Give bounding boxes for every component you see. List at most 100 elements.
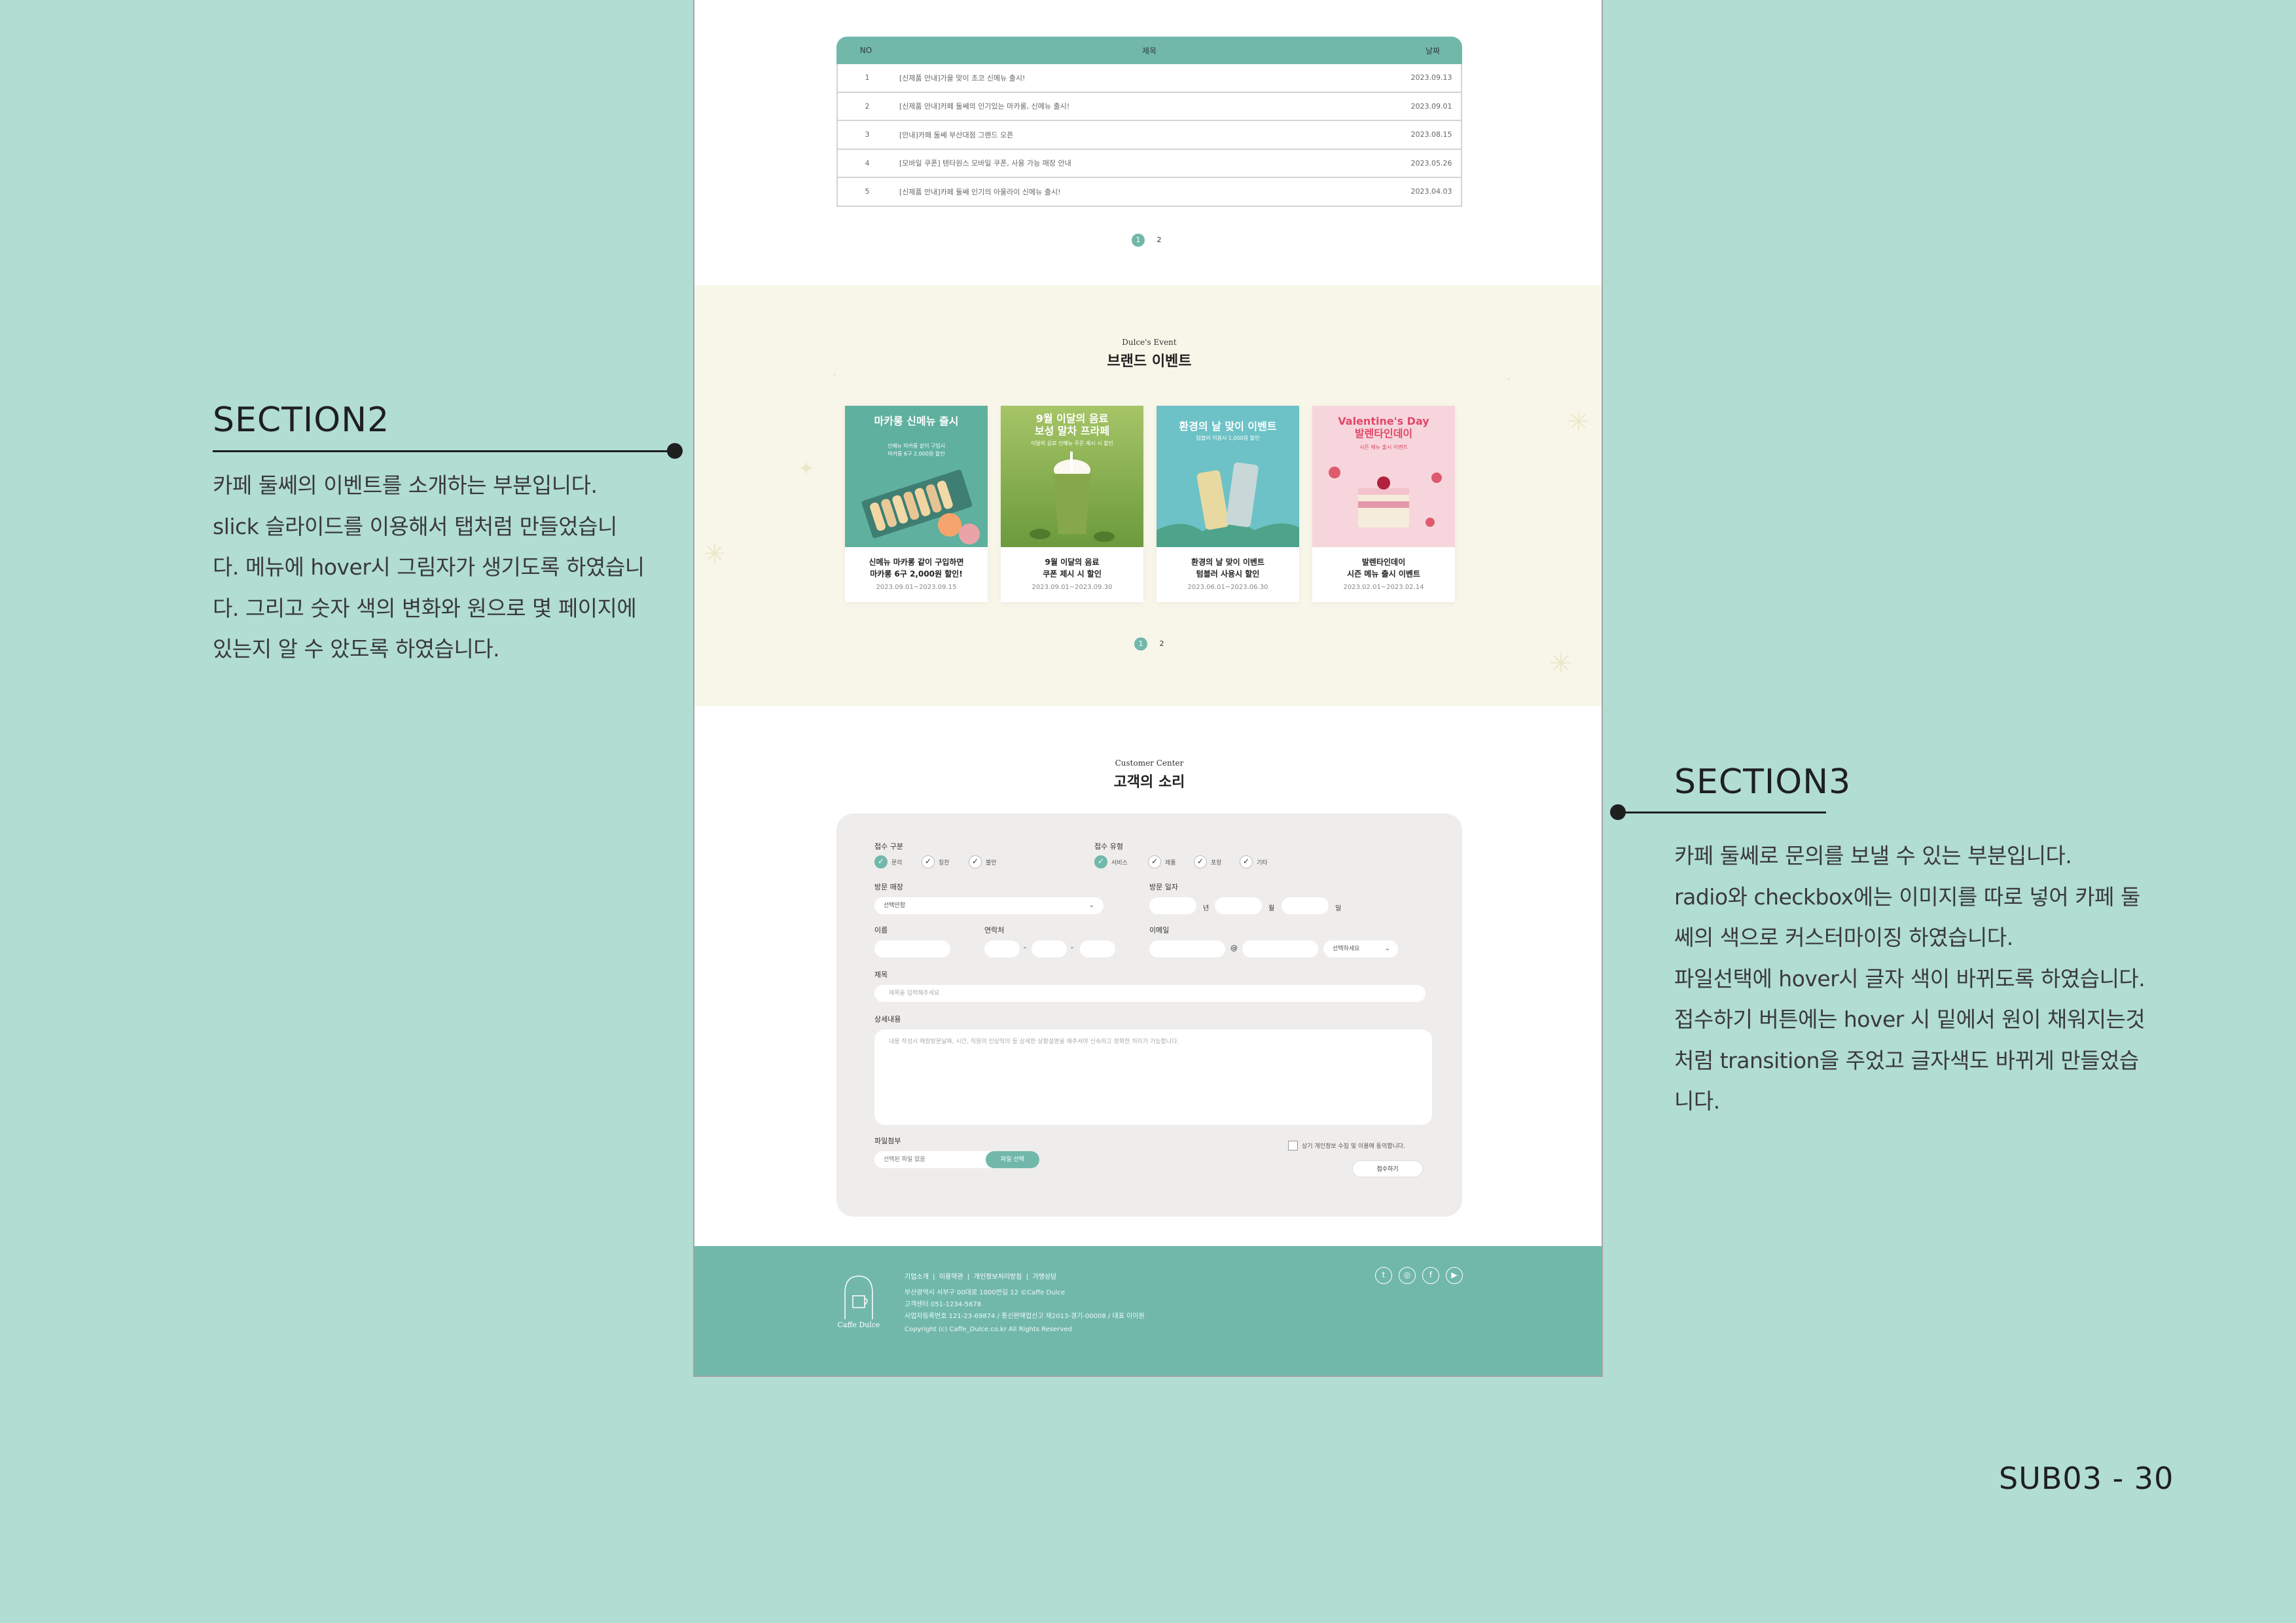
section2-description: 카페 둘쎄의 이벤트를 소개하는 부분입니다. slick 슬라이드를 이용해서… — [213, 465, 671, 670]
footer-nav[interactable]: 기업소개 | 이용약관 | 개인정보처리방침 | 가맹상담 — [905, 1271, 1056, 1281]
twitter-icon[interactable]: t — [1375, 1267, 1392, 1284]
phone-separator: - — [1024, 943, 1026, 952]
visit-date-label: 방문 일자 — [1149, 883, 1178, 891]
category-option-complaint[interactable]: ✓ 불만 — [969, 855, 997, 868]
instagram-icon[interactable]: ◎ — [1399, 1267, 1416, 1284]
desc-line: slick 슬라이드를 이용해서 탭처럼 만들었습니 — [213, 513, 617, 539]
table-row[interactable]: 5 [신제품 안내]카페 둘쎄 인기의 아울라이 신메뉴 출시! 2023.04… — [836, 178, 1462, 207]
row-title[interactable]: [신제품 안내]카페 둘쎄의 인기있는 마카롱, 신메뉴 출시! — [897, 101, 1402, 111]
privacy-agree-checkbox[interactable]: 상기 개인정보 수집 및 이용에 동의합니다. — [1288, 1141, 1405, 1150]
footer-address: 부산광역시 서부구 00대로 1000번길 12 ©Caffe Dulce — [905, 1289, 1065, 1296]
type-option-service[interactable]: ✓ 서비스 — [1094, 855, 1128, 868]
store-select[interactable]: 선택안함 ⌄ — [874, 897, 1103, 914]
subject-input[interactable]: 제목을 입력해주세요 — [874, 985, 1426, 1002]
customer-center-section: Customer Center 고객의 소리 접수 구분 ✓ 문의 ✓ 칭찬 ✓ 불만… — [694, 706, 1602, 1246]
page-2-button[interactable]: 2 — [1153, 234, 1166, 247]
desc-line: 다. 그리고 숫자 색의 변화와 원으로 몇 페이지에 — [213, 595, 637, 621]
row-date: 2023.05.26 — [1410, 158, 1452, 168]
table-row[interactable]: 3 [안내]카페 둘쎄 부산대점 그랜드 오픈 2023.08.15 — [836, 121, 1462, 150]
svg-text:✦: ✦ — [798, 457, 814, 480]
valentine-promo-image: Valentine's Day 발렌타인데이 시즌 메뉴 출시 이벤트 — [1312, 406, 1455, 547]
phone-2-input[interactable] — [1031, 940, 1067, 957]
card-caption: 환경의 날 맞이 이벤트 텀블러 사용시 할인 — [1191, 558, 1265, 579]
submit-button[interactable]: 접수하기 — [1352, 1160, 1423, 1177]
phone-1-input[interactable] — [984, 940, 1020, 957]
table-row[interactable]: 2 [신제품 안내]카페 둘쎄의 인기있는 마카롱, 신메뉴 출시! 2023.… — [836, 92, 1462, 121]
category-option-inquiry[interactable]: ✓ 문의 — [874, 855, 903, 868]
file-name-display: 선택된 파일 없음 — [874, 1151, 999, 1168]
card-caption: 9월 이달의 음료 쿠폰 제시 시 할인 — [1043, 558, 1102, 579]
desc-line: 파일선택에 hover시 글자 색이 바뀌도록 하였습니다. — [1674, 965, 2145, 991]
visit-month-input[interactable] — [1215, 897, 1262, 914]
check-icon: ✓ — [922, 855, 935, 868]
row-no: 4 — [865, 158, 870, 168]
event-card[interactable]: 환경의 날 맞이 이벤트 텀블러 이용시 1,000원 할인 환경의 날 맞이 … — [1157, 406, 1299, 602]
page-1-button[interactable]: 1 — [1134, 637, 1147, 651]
option-label: 제품 — [1165, 859, 1176, 866]
email-id-input[interactable] — [1149, 940, 1225, 957]
page-2-button[interactable]: 2 — [1155, 637, 1168, 651]
event-title: 브랜드 이벤트 — [1107, 353, 1192, 370]
desc-line: 쎄의 색으로 커스터마이징 하였습니다. — [1674, 925, 2013, 950]
inquiry-form: 접수 구분 ✓ 문의 ✓ 칭찬 ✓ 불만 접수 유형 ✓ 서비스 ✓ 제품 ✓ 포장 ✓ 기타… — [836, 813, 1462, 1217]
logo-text: Caffe Dulce — [838, 1321, 880, 1329]
facebook-icon[interactable]: f — [1422, 1267, 1439, 1284]
file-select-button[interactable]: 파일 선택 — [986, 1151, 1039, 1168]
card-caption: 신메뉴 마카롱 같이 구입하면 마카롱 6구 2,000원 할인! — [869, 558, 964, 579]
row-date: 2023.04.03 — [1410, 187, 1452, 196]
card-date: 2023.06.01~2023.06.30 — [1187, 584, 1268, 591]
youtube-icon[interactable]: ▶ — [1446, 1267, 1463, 1284]
row-no: 3 — [865, 130, 870, 139]
attachment-label: 파일첨부 — [874, 1137, 901, 1145]
page-1-button[interactable]: 1 — [1132, 234, 1145, 247]
phone-separator: - — [1071, 943, 1073, 952]
email-domain-input[interactable] — [1242, 940, 1318, 957]
row-title[interactable]: [모바일 쿠폰] 텐타원스 모바일 쿠폰, 사용 가능 매장 안내 — [897, 158, 1402, 168]
event-card[interactable]: 9월 이달의 음료 보성 말차 프라페 이달의 음료 신메뉴 주문 제시 시 할… — [1001, 406, 1143, 602]
type-option-etc[interactable]: ✓ 기타 — [1240, 855, 1268, 868]
row-no: 1 — [865, 73, 870, 82]
eco-day-promo-image: 환경의 날 맞이 이벤트 텀블러 이용시 1,000원 할인 — [1157, 406, 1299, 547]
type-option-product[interactable]: ✓ 제품 — [1148, 855, 1176, 868]
contact-label: 연락처 — [984, 926, 1005, 935]
footer-phone: 고객센터 051-1234-5678 — [905, 1301, 982, 1308]
notice-pagination: 1 2 — [1132, 234, 1166, 247]
website-mockup: NO 제목 날짜 1 [신제품 안내]가을 맞이 초코 신메뉴 출시! 2023… — [693, 0, 1603, 1377]
desc-line: 다. 메뉴에 hover시 그림자가 생기도록 하였습니 — [213, 554, 645, 580]
check-icon: ✓ — [1148, 855, 1161, 868]
visit-day-input[interactable] — [1282, 897, 1329, 914]
email-domain-select[interactable]: 선택하세요 ⌄ — [1323, 940, 1398, 957]
option-label: 포장 — [1211, 859, 1222, 866]
row-title[interactable]: [신제품 안내]가을 맞이 초코 신메뉴 출시! — [897, 73, 1402, 83]
desc-line: 니다. — [1674, 1088, 1720, 1114]
section3-annotation: SECTION3 — [1674, 762, 2132, 802]
phone-3-input[interactable] — [1080, 940, 1115, 957]
store-label: 방문 매장 — [874, 883, 903, 891]
header-title: 제목 — [1141, 46, 1157, 56]
event-card[interactable]: 마카롱 신메뉴 출시 신메뉴 마카롱 같이 구입시 마카롱 6구 2,000원 … — [845, 406, 988, 602]
year-unit: 년 — [1203, 905, 1210, 912]
card-date: 2023.09.01~2023.09.15 — [876, 584, 957, 591]
card-date: 2023.02.01~2023.02.14 — [1343, 584, 1424, 591]
event-subtitle: Dulce's Event — [1122, 338, 1177, 347]
footer-copyright: Copyright (c) Caffe_Dulce.co.kr All Righ… — [905, 1326, 1072, 1333]
visit-year-input[interactable] — [1149, 897, 1196, 914]
name-input[interactable] — [874, 940, 950, 957]
chevron-down-icon: ⌄ — [1384, 945, 1390, 952]
table-row[interactable]: 4 [모바일 쿠폰] 텐타원스 모바일 쿠폰, 사용 가능 매장 안내 2023… — [836, 149, 1462, 178]
month-unit: 월 — [1268, 905, 1275, 912]
desc-line: 카페 둘쎄의 이벤트를 소개하는 부분입니다. — [213, 473, 598, 498]
type-option-package[interactable]: ✓ 포장 — [1194, 855, 1222, 868]
svg-text:✳: ✳ — [1549, 647, 1572, 679]
event-card[interactable]: Valentine's Day 발렌타인데이 시즌 메뉴 출시 이벤트 발렌타인… — [1312, 406, 1455, 602]
desc-line: 처럼 transition을 주었고 글자색도 바뀌게 만들었습 — [1674, 1047, 2139, 1073]
row-title[interactable]: [안내]카페 둘쎄 부산대점 그랜드 오픈 — [897, 130, 1402, 140]
detail-textarea[interactable]: 내용 작성시 매장방문날짜, 시간, 직원의 인상착의 등 상세한 상황설명을 … — [874, 1029, 1432, 1125]
notice-table: NO 제목 날짜 1 [신제품 안내]가을 맞이 초코 신메뉴 출시! 2023… — [836, 37, 1462, 207]
matcha-promo-image: 9월 이달의 음료 보성 말차 프라페 이달의 음료 신메뉴 주문 제시 시 할… — [1001, 406, 1143, 547]
table-row[interactable]: 1 [신제품 안내]가을 맞이 초코 신메뉴 출시! 2023.09.13 — [836, 64, 1462, 93]
row-title[interactable]: [신제품 안내]카페 둘쎄 인기의 아울라이 신메뉴 출시! — [897, 187, 1402, 197]
category-label: 접수 구분 — [874, 842, 903, 851]
desc-line: radio와 checkbox에는 이미지를 따로 넣어 카페 둘 — [1674, 883, 2140, 910]
category-option-praise[interactable]: ✓ 칭찬 — [922, 855, 950, 868]
